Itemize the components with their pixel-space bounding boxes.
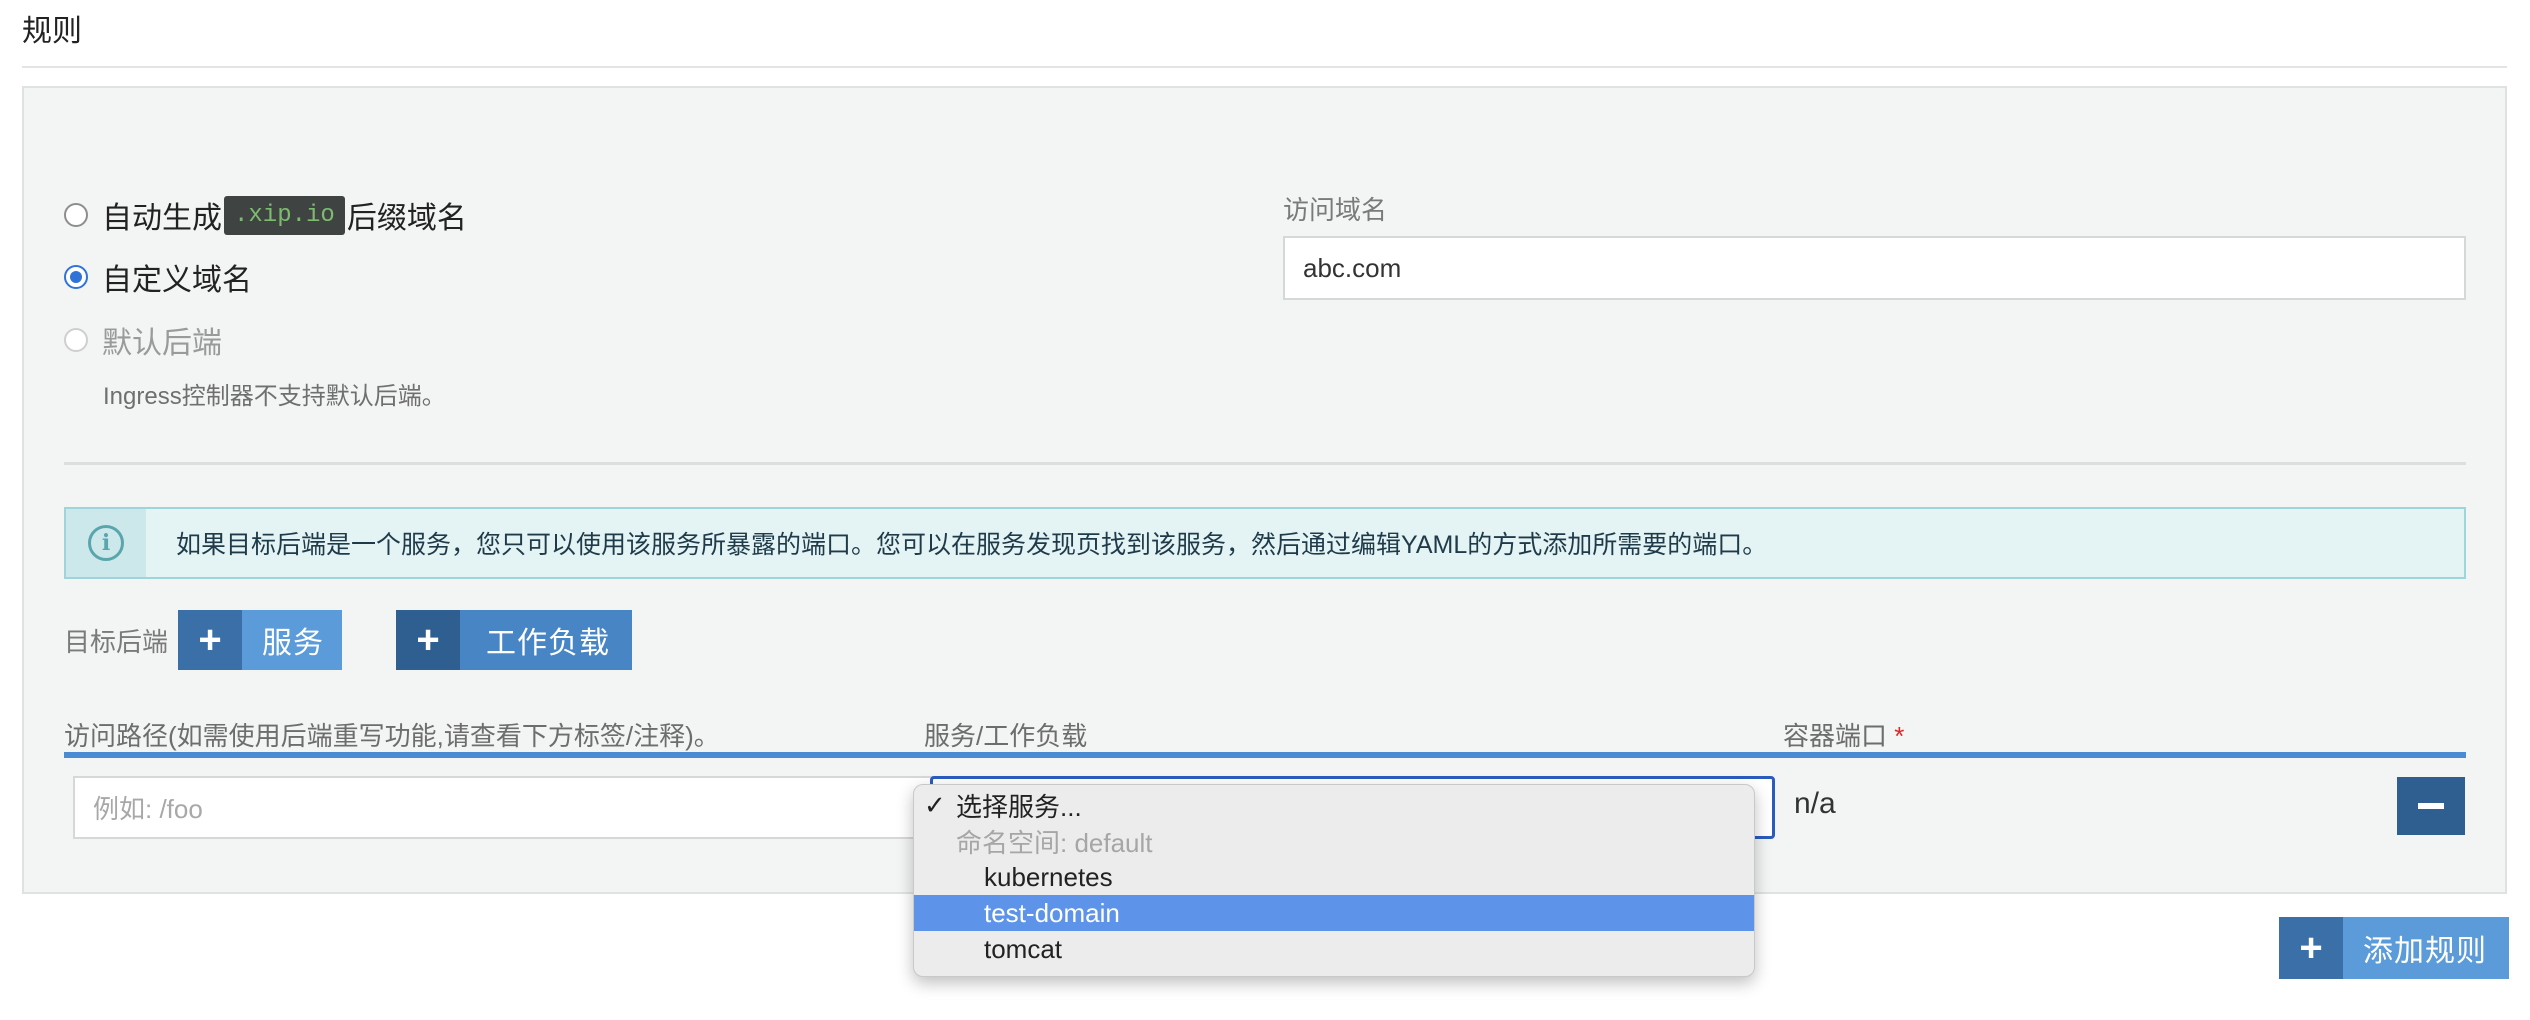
column-header-port: 容器端口 *: [1783, 716, 1904, 753]
domain-field-label: 访问域名: [1283, 195, 1388, 225]
radio-custom-domain[interactable]: 自定义域名: [64, 255, 252, 299]
required-marker: *: [1894, 721, 1905, 751]
column-header-path: 访问路径(如需使用后端重写功能,请查看下方标签/注释)。: [64, 721, 720, 751]
domain-input-value: abc.com: [1303, 252, 1402, 283]
header-divider: [22, 66, 2507, 68]
section-title: 规则: [22, 15, 82, 48]
plus-icon: +: [2279, 917, 2343, 979]
radio-auto-domain-prefix: 自动生成: [102, 202, 222, 235]
check-icon: ✓: [924, 789, 946, 820]
dropdown-option-test-domain[interactable]: test-domain: [914, 895, 1754, 931]
path-input[interactable]: 例如: /foo: [73, 776, 933, 839]
dropdown-placeholder-label: 选择服务...: [956, 791, 1082, 822]
domain-input[interactable]: abc.com: [1283, 236, 2466, 300]
minus-icon: [2418, 803, 2444, 809]
path-input-placeholder: 例如: /foo: [93, 794, 203, 824]
column-header-service: 服务/工作负载: [924, 721, 1088, 751]
radio-default-backend-circle: [64, 328, 88, 352]
remove-row-button[interactable]: [2397, 777, 2465, 835]
info-icon-wrap: i: [66, 509, 146, 577]
dropdown-option-kubernetes[interactable]: kubernetes: [914, 859, 1754, 895]
dropdown-option-tomcat[interactable]: tomcat: [914, 931, 1754, 967]
xip-code-tag: .xip.io: [224, 195, 345, 235]
service-dropdown[interactable]: ✓ 选择服务... 命名空间: default kubernetes test-…: [913, 784, 1755, 977]
info-icon: i: [88, 525, 124, 561]
radio-custom-domain-circle[interactable]: [64, 265, 88, 289]
section-divider: [64, 462, 2466, 465]
radio-auto-domain-suffix: 后缀域名: [346, 202, 467, 235]
add-service-button[interactable]: + 服务: [178, 610, 342, 670]
radio-auto-domain-circle[interactable]: [64, 203, 88, 227]
column-header-port-label: 容器端口: [1783, 721, 1888, 751]
add-rule-label: 添加规则: [2343, 917, 2509, 979]
add-service-label: 服务: [242, 610, 342, 670]
info-banner: i 如果目标后端是一个服务，您只可以使用该服务所暴露的端口。您可以在服务发现页找…: [64, 507, 2466, 579]
plus-icon: +: [178, 610, 242, 670]
target-backend-label: 目标后端: [64, 627, 169, 657]
default-backend-help: Ingress控制器不支持默认后端。: [103, 383, 446, 410]
add-workload-label: 工作负载: [460, 610, 632, 670]
dropdown-group-header: 命名空间: default: [956, 827, 1153, 858]
radio-auto-domain[interactable]: 自动生成 .xip.io 后缀域名: [64, 193, 467, 237]
add-workload-button[interactable]: + 工作负载: [396, 610, 632, 670]
radio-custom-domain-label: 自定义域名: [102, 264, 252, 297]
info-text: 如果目标后端是一个服务，您只可以使用该服务所暴露的端口。您可以在服务发现页找到该…: [176, 531, 1768, 559]
radio-default-backend-label: 默认后端: [102, 327, 222, 360]
add-rule-button[interactable]: + 添加规则: [2279, 917, 2509, 979]
container-port-value: n/a: [1794, 787, 1836, 820]
dropdown-placeholder-item[interactable]: ✓ 选择服务...: [914, 787, 1754, 823]
radio-default-backend: 默认后端: [64, 318, 222, 362]
table-header-rule: [64, 752, 2466, 758]
plus-icon: +: [396, 610, 460, 670]
